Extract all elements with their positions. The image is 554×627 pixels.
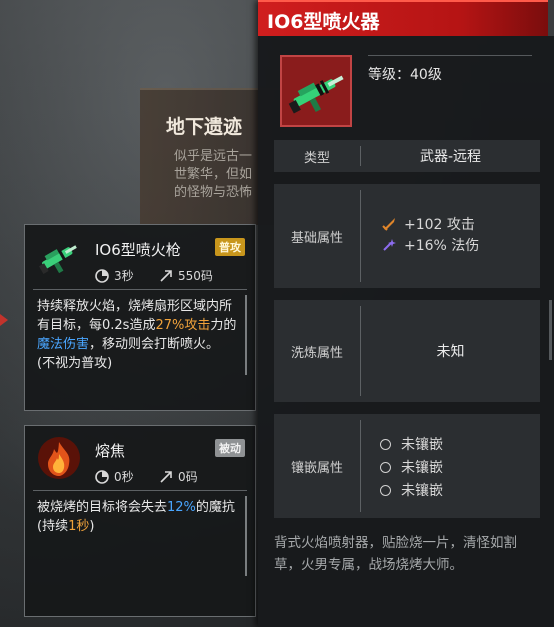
cooldown-stat: 3秒 — [95, 267, 134, 284]
base-attributes-row: 基础属性 +102 攻击 +16% 法伤 — [274, 184, 540, 288]
cooldown-value: 3秒 — [114, 269, 134, 283]
refine-value: 未知 — [436, 344, 465, 360]
cooldown-icon — [95, 268, 109, 283]
magic-damage-text: 魔法伤害 — [37, 337, 90, 352]
fire-icon — [38, 437, 80, 479]
location-description: 似乎是远古一 世繁华，但如 的怪物与恐怖 — [174, 149, 253, 200]
flamethrower-weapon-icon — [288, 75, 344, 114]
socket-slot[interactable]: 未镶嵌 — [380, 480, 443, 500]
range-stat: 550码 — [159, 267, 213, 284]
socket-status: 未镶嵌 — [401, 437, 443, 453]
skill-name: IO6型喷火枪 — [95, 241, 181, 259]
socket-slot[interactable]: 未镶嵌 — [380, 434, 443, 454]
attack-value: +102 攻击 — [404, 217, 475, 233]
duration-value: 1秒 — [68, 519, 90, 534]
socket-slot[interactable]: 未镶嵌 — [380, 457, 443, 477]
socket-attributes-row: 镶嵌属性 未镶嵌 未镶嵌 未镶嵌 — [274, 414, 540, 518]
desc-text: 被烧烤的目标将会失去 — [37, 500, 168, 515]
magic-wand-icon — [383, 239, 396, 251]
attack-attribute: +102 攻击 — [382, 214, 475, 234]
red-marker-icon — [0, 314, 8, 326]
refine-attributes-label: 洗炼属性 — [290, 345, 343, 361]
empty-socket-icon — [380, 484, 391, 496]
damage-percent: 27%攻击 — [155, 318, 211, 333]
flamethrower-gun-icon — [38, 245, 77, 275]
mres-percent: 12% — [167, 500, 196, 515]
header-edge — [548, 0, 554, 36]
socket-status: 未镶嵌 — [401, 460, 443, 476]
magic-damage-value: +16% 法伤 — [404, 238, 480, 254]
type-row: 类型 武器-远程 — [274, 140, 540, 172]
skill-card-burn[interactable]: 熔焦 被动 0秒 0码 被烧烤的目标将会失去12%的魔抗 (持续1秒) — [24, 425, 256, 617]
sword-icon — [382, 218, 395, 231]
scrollbar[interactable] — [245, 496, 247, 576]
divider — [368, 55, 532, 56]
skill-name: 熔焦 — [95, 442, 126, 460]
item-icon-frame[interactable] — [280, 55, 352, 127]
scrollbar[interactable] — [245, 295, 247, 375]
socket-attributes-label: 镶嵌属性 — [290, 460, 343, 476]
item-detail-panel: IO6型喷火器 等级：40级 类型 武器-远程 基础属性 +102 攻击 +16… — [258, 0, 554, 627]
refine-attributes-row: 洗炼属性 未知 — [274, 300, 540, 402]
type-label: 类型 — [303, 150, 330, 166]
scrollbar[interactable] — [549, 300, 552, 360]
empty-socket-icon — [380, 461, 391, 473]
cooldown-value: 0秒 — [114, 470, 134, 484]
divider — [33, 289, 247, 290]
socket-status: 未镶嵌 — [401, 483, 443, 499]
skill-tag-badge: 被动 — [215, 439, 245, 457]
range-arrow-icon — [160, 470, 172, 483]
divider — [360, 420, 361, 512]
item-header: IO6型喷火器 — [258, 0, 548, 36]
range-value: 0码 — [178, 470, 198, 484]
range-arrow-icon — [160, 269, 172, 282]
cooldown-icon — [95, 469, 109, 484]
desc-text: 力的 — [210, 318, 237, 333]
desc-text: ) — [89, 519, 95, 534]
empty-socket-icon — [380, 438, 391, 450]
item-level: 等级：40级 — [368, 67, 442, 83]
magic-damage-attribute: +16% 法伤 — [382, 235, 479, 255]
range-stat: 0码 — [159, 468, 198, 485]
type-value: 武器-远程 — [419, 149, 482, 165]
skill-tag-badge: 普攻 — [215, 238, 245, 256]
skill-card-flamethrower[interactable]: IO6型喷火枪 普攻 3秒 550码 持续释放火焰，烧烤扇形区域内所有目标，每0… — [24, 224, 256, 411]
item-title: IO6型喷火器 — [267, 11, 380, 33]
skill-description: 被烧烤的目标将会失去12%的魔抗 (持续1秒) — [37, 498, 237, 536]
range-value: 550码 — [178, 269, 213, 283]
skill-description: 持续释放火焰，烧烤扇形区域内所有目标，每0.2s造成27%攻击力的 魔法伤害，移动… — [37, 297, 237, 373]
location-title: 地下遗迹 — [166, 116, 243, 138]
cooldown-stat: 0秒 — [95, 468, 134, 485]
item-flavor-text: 背式火焰喷射器，贴脸烧一片，清怪如割草，火男专属，战场烧烤大师。 — [274, 535, 517, 573]
divider — [33, 490, 247, 491]
base-attributes-label: 基础属性 — [290, 230, 343, 246]
divider — [360, 190, 361, 282]
